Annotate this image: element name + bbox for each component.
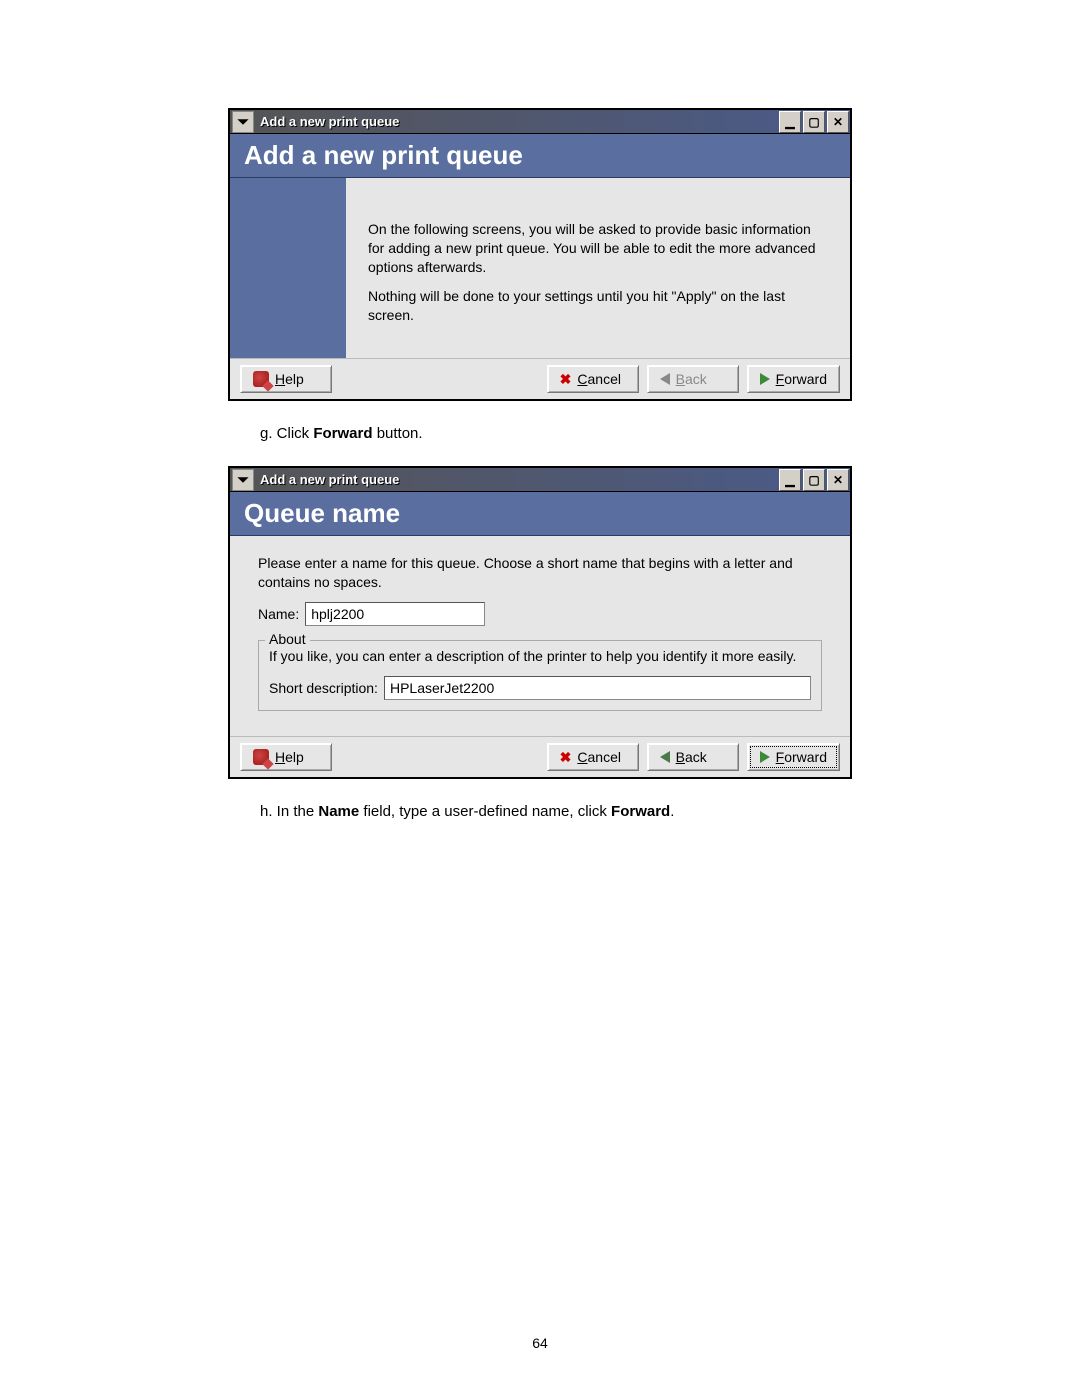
sidebar-graphic (230, 178, 346, 358)
close-icon: ✕ (833, 473, 843, 487)
window-title: Add a new print queue (256, 114, 778, 129)
back-button[interactable]: Back Back (647, 743, 739, 771)
queue-name-instructions: Please enter a name for this queue. Choo… (258, 554, 822, 592)
page-number: 64 (0, 1335, 1080, 1351)
intro-paragraph-2: Nothing will be done to your settings un… (368, 287, 828, 325)
help-icon (253, 749, 269, 765)
dialog-header: Queue name (230, 492, 850, 536)
minimize-button[interactable]: ▁ (779, 469, 801, 491)
minimize-icon: ▁ (785, 115, 794, 129)
dialog-queue-name: Add a new print queue ▁ ▢ ✕ Queue name P… (228, 466, 852, 779)
cancel-button[interactable]: ✖ Cancel Cancel (547, 743, 639, 771)
maximize-button[interactable]: ▢ (803, 469, 825, 491)
titlebar: Add a new print queue ▁ ▢ ✕ (230, 110, 850, 134)
description-input[interactable] (384, 676, 811, 700)
forward-icon (760, 373, 770, 385)
minimize-icon: ▁ (785, 473, 794, 487)
maximize-icon: ▢ (808, 115, 819, 129)
close-icon: ✕ (833, 115, 843, 129)
forward-icon (760, 751, 770, 763)
about-fieldset: About If you like, you can enter a descr… (258, 640, 822, 711)
instruction-g: g. Click Forward button. (260, 423, 852, 444)
name-label: Name: (258, 606, 299, 622)
description-label: Short description: (269, 680, 378, 696)
dialog-add-print-queue-intro: Add a new print queue ▁ ▢ ✕ Add a new pr… (228, 108, 852, 401)
help-button[interactable]: Help Help (240, 743, 332, 771)
maximize-button[interactable]: ▢ (803, 111, 825, 133)
dialog-body-text: On the following screens, you will be as… (346, 178, 850, 358)
back-icon (660, 751, 670, 763)
close-button[interactable]: ✕ (827, 469, 849, 491)
intro-paragraph-1: On the following screens, you will be as… (368, 220, 828, 277)
window-menu-button[interactable] (232, 111, 254, 133)
chevron-down-icon (236, 473, 250, 487)
forward-button[interactable]: Forward Forward (747, 743, 840, 771)
button-bar: HHelpelp ✖ Cancel Cancel Back Back Forwa… (230, 358, 850, 399)
help-icon (253, 371, 269, 387)
cancel-icon: ✖ (560, 749, 572, 766)
about-legend: About (265, 631, 310, 647)
window-menu-button[interactable] (232, 469, 254, 491)
cancel-icon: ✖ (560, 371, 572, 388)
chevron-down-icon (236, 115, 250, 129)
back-button: Back Back (647, 365, 739, 393)
maximize-icon: ▢ (808, 473, 819, 487)
name-input[interactable] (305, 602, 485, 626)
dialog-header: Add a new print queue (230, 134, 850, 178)
document-page: Add a new print queue ▁ ▢ ✕ Add a new pr… (228, 108, 852, 822)
back-icon (660, 373, 670, 385)
instruction-h: h. In the Name field, type a user-define… (260, 801, 852, 822)
titlebar: Add a new print queue ▁ ▢ ✕ (230, 468, 850, 492)
cancel-button[interactable]: ✖ Cancel Cancel (547, 365, 639, 393)
minimize-button[interactable]: ▁ (779, 111, 801, 133)
window-title: Add a new print queue (256, 472, 778, 487)
forward-button[interactable]: Forward Forward (747, 365, 840, 393)
about-text: If you like, you can enter a description… (269, 647, 811, 666)
close-button[interactable]: ✕ (827, 111, 849, 133)
help-button[interactable]: HHelpelp (240, 365, 332, 393)
button-bar: Help Help ✖ Cancel Cancel Back Back Forw… (230, 736, 850, 777)
